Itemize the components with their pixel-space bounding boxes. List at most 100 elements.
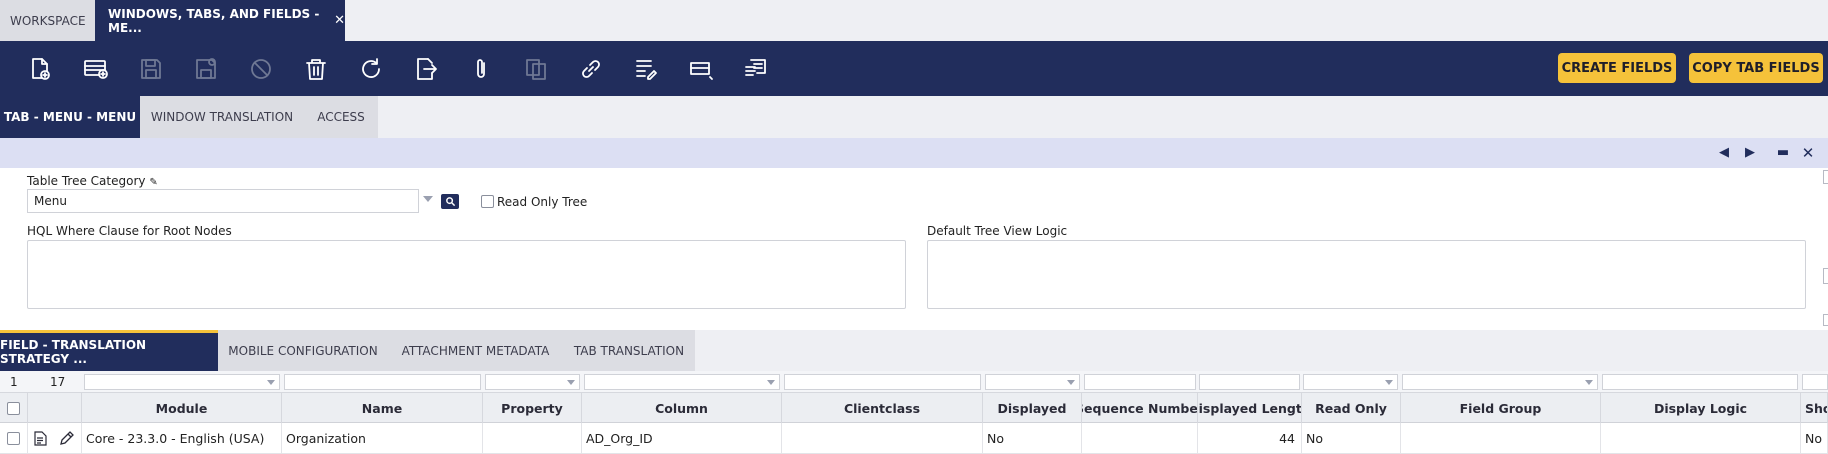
- sub-tab-bar: Tab - Menu - Menu Window Translation Acc…: [0, 96, 1828, 138]
- filter-field-group[interactable]: [1402, 374, 1598, 390]
- filter-property[interactable]: [485, 374, 580, 390]
- refresh-icon[interactable]: [357, 55, 385, 83]
- column-header-field-group[interactable]: Field Group: [1401, 393, 1601, 423]
- tab-mobile-configuration-label: Mobile Configuration: [228, 343, 378, 358]
- edit-row-icon[interactable]: [59, 431, 74, 446]
- cell-column: AD_Org_ID: [582, 423, 782, 454]
- column-header-clientclass[interactable]: Clientclass: [782, 393, 983, 423]
- cell-field-group: [1401, 423, 1601, 454]
- close-icon[interactable]: ✕: [334, 13, 345, 28]
- tab-access[interactable]: Access: [304, 96, 378, 138]
- tab-menu[interactable]: Tab - Menu - Menu: [0, 96, 140, 138]
- table-tree-category-label: Table Tree Category ✎: [27, 174, 158, 188]
- hql-where-clause-textarea[interactable]: [27, 240, 906, 309]
- delete-icon[interactable]: [302, 55, 330, 83]
- audit-trail-icon[interactable]: [632, 55, 660, 83]
- tab-tab-translation[interactable]: Tab Translation: [563, 330, 695, 371]
- search-icon[interactable]: [441, 194, 459, 209]
- tab-tab-translation-label: Tab Translation: [573, 343, 685, 358]
- filter-sho[interactable]: [1802, 374, 1828, 390]
- notes-icon[interactable]: [742, 55, 770, 83]
- scroll-marker: [1823, 314, 1828, 326]
- chevron-down-icon[interactable]: [1385, 380, 1393, 385]
- clone-icon[interactable]: [522, 55, 550, 83]
- row-actions-cell: [28, 423, 82, 454]
- tab-window-translation[interactable]: Window Translation: [140, 96, 304, 138]
- tab-field-translation-strategy[interactable]: Field - Translation Strategy ...: [0, 330, 218, 371]
- cell-name: Organization: [282, 423, 483, 454]
- header-row: Module Name Property Column Clientclass …: [0, 393, 1828, 423]
- row-select-checkbox[interactable]: [7, 432, 20, 445]
- chevron-down-icon[interactable]: [567, 380, 575, 385]
- tab-access-label: Access: [317, 110, 365, 124]
- previous-record-icon[interactable]: ◀: [1717, 146, 1731, 160]
- default-tree-view-logic-textarea[interactable]: [927, 240, 1806, 309]
- cell-display-logic: [1601, 423, 1801, 454]
- cell-sequence-number: [1082, 423, 1198, 454]
- link-icon[interactable]: [577, 55, 605, 83]
- tab-workspace[interactable]: Workspace: [0, 0, 95, 41]
- column-header-property[interactable]: Property: [483, 393, 582, 423]
- filter-read-only[interactable]: [1303, 374, 1398, 390]
- filter-name[interactable]: [284, 374, 481, 390]
- cell-property: [483, 423, 582, 454]
- create-fields-button[interactable]: Create Fields: [1558, 53, 1676, 83]
- table-row[interactable]: Core - 23.3.0 - English (USA) Organizati…: [0, 423, 1828, 454]
- default-tree-view-logic-label: Default Tree View Logic: [927, 224, 1068, 238]
- column-header-sequence-number[interactable]: Sequence Number: [1082, 393, 1198, 423]
- grid-form-toggle-icon[interactable]: [687, 55, 715, 83]
- chevron-down-icon[interactable]: [1585, 380, 1593, 385]
- column-header-displayed[interactable]: Displayed: [983, 393, 1082, 423]
- chevron-down-icon[interactable]: [1067, 380, 1075, 385]
- filter-displayed-length[interactable]: [1199, 374, 1300, 390]
- read-only-tree-label: Read Only Tree: [497, 195, 588, 209]
- select-all-checkbox[interactable]: [7, 401, 20, 415]
- undo-icon[interactable]: [247, 55, 275, 83]
- column-header-name[interactable]: Name: [282, 393, 483, 423]
- save-icon[interactable]: [137, 55, 165, 83]
- new-row-icon[interactable]: [82, 55, 110, 83]
- maximize-icon[interactable]: ▬: [1776, 146, 1790, 160]
- filter-module[interactable]: [84, 374, 280, 390]
- cell-read-only: No: [1302, 423, 1401, 454]
- filter-display-logic[interactable]: [1602, 374, 1798, 390]
- open-form-icon[interactable]: [34, 431, 47, 446]
- cell-sho: No: [1801, 423, 1828, 454]
- column-header-module[interactable]: Module: [82, 393, 282, 423]
- tab-windows-tabs-fields-label: Windows, Tabs, and Fields - Me...: [108, 6, 320, 35]
- filter-sequence-number[interactable]: [1084, 374, 1196, 390]
- attach-icon[interactable]: [467, 55, 495, 83]
- close-form-icon[interactable]: ✕: [1801, 146, 1815, 161]
- next-record-icon[interactable]: ▶: [1743, 146, 1757, 160]
- cell-clientclass: [782, 423, 983, 454]
- read-only-tree-checkbox[interactable]: [481, 195, 494, 208]
- filter-row: 1 17: [0, 371, 1828, 393]
- column-header-sho[interactable]: Sho: [1801, 393, 1828, 423]
- column-header-read-only[interactable]: Read Only: [1302, 393, 1401, 423]
- tab-windows-tabs-fields[interactable]: Windows, Tabs, and Fields - Me... ✕: [95, 0, 345, 41]
- tab-mobile-configuration[interactable]: Mobile Configuration: [218, 330, 388, 371]
- table-tree-category-select[interactable]: Menu: [27, 189, 419, 213]
- export-icon[interactable]: [412, 55, 440, 83]
- filter-displayed[interactable]: [985, 374, 1080, 390]
- fields-grid: 1 17 Module Name Property Column Clientc…: [0, 371, 1828, 454]
- new-document-icon[interactable]: [26, 55, 54, 83]
- toolbar: Create Fields Copy Tab Fields: [0, 41, 1828, 96]
- copy-tab-fields-button[interactable]: Copy Tab Fields: [1689, 53, 1823, 83]
- save-close-icon[interactable]: [192, 55, 220, 83]
- column-header-display-logic[interactable]: Display Logic: [1601, 393, 1801, 423]
- filter-column[interactable]: [584, 374, 780, 390]
- row-select-cell: [0, 423, 28, 454]
- filter-clientclass[interactable]: [784, 374, 981, 390]
- edit-link-icon[interactable]: ✎: [149, 177, 157, 188]
- tab-window-translation-label: Window Translation: [150, 110, 294, 124]
- cell-module: Core - 23.3.0 - English (USA): [82, 423, 282, 454]
- actions-header: [28, 393, 82, 423]
- chevron-down-icon[interactable]: [767, 380, 775, 385]
- column-header-displayed-length[interactable]: Displayed Length: [1198, 393, 1302, 423]
- tab-attachment-metadata[interactable]: Attachment Metadata: [388, 330, 563, 371]
- column-header-column[interactable]: Column: [582, 393, 782, 423]
- chevron-down-icon[interactable]: [423, 196, 433, 202]
- hql-where-clause-label: HQL Where Clause for Root Nodes: [27, 224, 232, 238]
- chevron-down-icon[interactable]: [267, 380, 275, 385]
